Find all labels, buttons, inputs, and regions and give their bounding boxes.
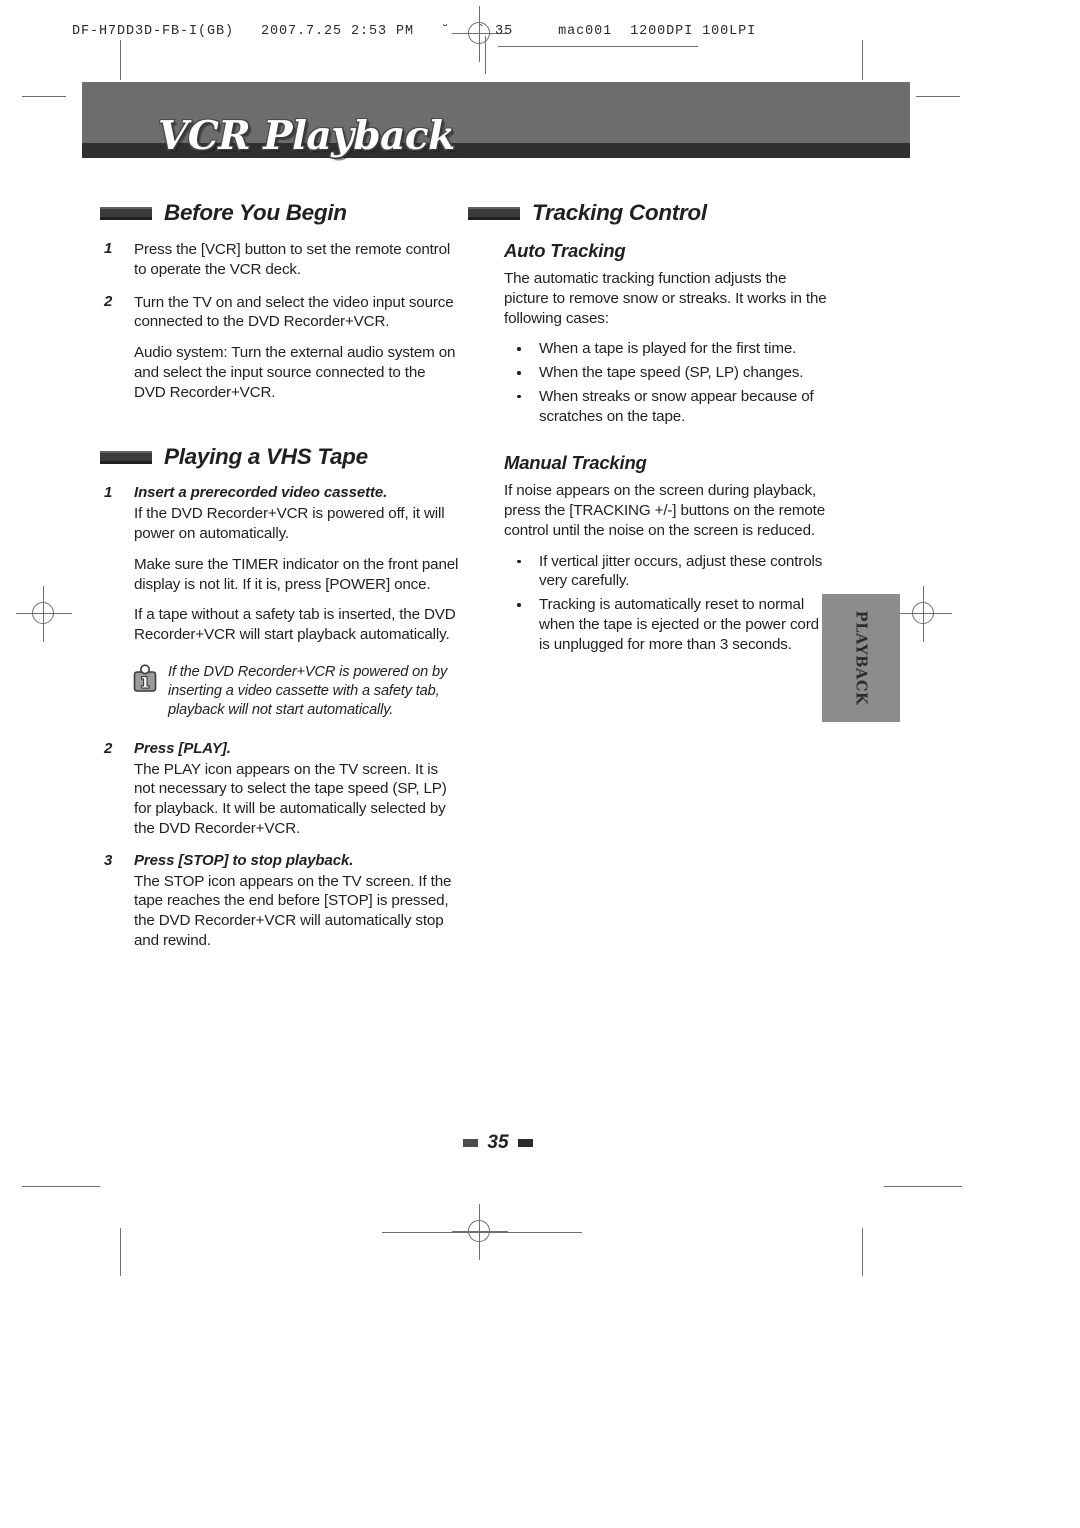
- manual-tracking-bullet-list: If vertical jitter occurs, adjust these …: [504, 552, 833, 655]
- step-paragraph: Audio system: Turn the external audio sy…: [134, 344, 456, 401]
- list-item-label: When a tape is played for the first time…: [539, 340, 797, 358]
- folio-square-left-icon: [463, 1139, 479, 1147]
- step-body: Press [PLAY]. The PLAY icon appears on t…: [134, 740, 460, 839]
- folio: 35: [463, 1132, 533, 1154]
- print-slug-line: DF-H7DD3D-FB-I(GB) 2007.7.25 2:53 PM ˘ `…: [72, 24, 757, 39]
- crop-mark-top-right-vertical: [862, 40, 864, 80]
- crop-mark-top-left-vertical: [120, 40, 122, 80]
- bullet-dot-icon: [517, 603, 521, 607]
- subsection-title-auto-tracking: Auto Tracking: [504, 240, 626, 261]
- step-item: 2 Turn the TV on and select the video in…: [100, 293, 460, 403]
- registration-mark-left: [16, 586, 72, 642]
- list-item: When a tape is played for the first time…: [504, 339, 833, 359]
- section-heading-tracking-control: Tracking Control: [468, 200, 833, 226]
- step-number: 3: [104, 851, 113, 869]
- list-item-label: Tracking is automatically reset to norma…: [539, 596, 819, 653]
- crop-mark-right-bottom-horizontal: [884, 1186, 962, 1188]
- step-body: Insert a prerecorded video cassette. If …: [134, 484, 460, 645]
- crop-mark-left-top-horizontal: [22, 96, 66, 98]
- bullet-dot-icon: [517, 559, 521, 563]
- note-text: If the DVD Recorder+VCR is powered on by…: [168, 663, 448, 718]
- step-paragraph: Make sure the TIMER indicator on the fro…: [134, 555, 459, 593]
- page-title: VCR Playback: [158, 113, 455, 159]
- crop-mark-slug-underline: [498, 46, 698, 48]
- section-bar-icon: [100, 206, 152, 220]
- list-item: If vertical jitter occurs, adjust these …: [504, 552, 833, 592]
- step-paragraph: If the DVD Recorder+VCR is powered off, …: [134, 505, 445, 542]
- step-body: Press the [VCR] button to set the remote…: [134, 240, 460, 280]
- list-item: When the tape speed (SP, LP) changes.: [504, 363, 833, 383]
- step-item: 3 Press [STOP] to stop playback. The STO…: [100, 852, 460, 951]
- folio-square-right-icon: [517, 1139, 533, 1147]
- list-item-label: When streaks or snow appear because of s…: [539, 387, 814, 425]
- step-body: Press [STOP] to stop playback. The STOP …: [134, 852, 460, 951]
- step-title: Press [PLAY].: [134, 739, 231, 757]
- section-bar-icon: [468, 206, 520, 220]
- step-number: 2: [104, 292, 113, 310]
- step-number: 1: [104, 240, 113, 257]
- crop-mark-left-bottom-horizontal: [22, 1186, 100, 1188]
- step-paragraph: The PLAY icon appears on the TV screen. …: [134, 760, 447, 837]
- section-title: Tracking Control: [532, 200, 707, 225]
- page-footer: 35: [0, 1132, 1080, 1154]
- registration-mark-right: [896, 586, 952, 642]
- step-item: 1 Insert a prerecorded video cassette. I…: [100, 484, 460, 645]
- note-box: If the DVD Recorder+VCR is powered on by…: [132, 663, 460, 720]
- left-column: Before You Begin 1 Press the [VCR] butto…: [100, 200, 460, 964]
- step-title: Insert a prerecorded video cassette.: [134, 484, 388, 502]
- crop-mark-bottom-left-vertical: [120, 1228, 122, 1276]
- page-number: 35: [487, 1132, 509, 1153]
- crop-mark-top-center-vertical: [485, 36, 487, 74]
- bullet-dot-icon: [517, 394, 521, 399]
- section-heading-before-you-begin: Before You Begin: [100, 200, 460, 226]
- chapter-side-tab: PLAYBACK: [822, 594, 900, 722]
- list-item-label: If vertical jitter occurs, adjust these …: [539, 552, 823, 590]
- step-paragraph: The STOP icon appears on the TV screen. …: [134, 872, 452, 949]
- section-heading-playing-a-vhs-tape: Playing a VHS Tape: [100, 444, 460, 470]
- document-page: DF-H7DD3D-FB-I(GB) 2007.7.25 2:53 PM ˘ `…: [0, 0, 1080, 1528]
- list-item-label: When the tape speed (SP, LP) changes.: [539, 364, 804, 381]
- bullet-dot-icon: [517, 371, 521, 375]
- step-number: 2: [104, 739, 113, 757]
- auto-tracking-bullet-list: When a tape is played for the first time…: [504, 339, 833, 426]
- crop-mark-bottom-center-horizontal: [382, 1232, 582, 1234]
- right-column: Tracking Control Auto Tracking The autom…: [468, 200, 833, 658]
- step-paragraph: Press the [VCR] button to set the remote…: [134, 241, 451, 278]
- info-icon: [132, 664, 159, 693]
- subsection-title-manual-tracking: Manual Tracking: [504, 452, 647, 474]
- auto-tracking-intro: The automatic tracking function adjusts …: [504, 270, 827, 327]
- manual-tracking-intro: If noise appears on the screen during pl…: [504, 482, 826, 539]
- step-paragraph: If a tape without a safety tab is insert…: [134, 606, 456, 643]
- list-item: Tracking is automatically reset to norma…: [504, 595, 833, 654]
- step-body: Turn the TV on and select the video inpu…: [134, 293, 460, 403]
- step-item: 1 Press the [VCR] button to set the remo…: [100, 240, 460, 280]
- step-item: 2 Press [PLAY]. The PLAY icon appears on…: [100, 740, 460, 839]
- chapter-side-tab-label: PLAYBACK: [852, 610, 870, 706]
- section-bar-icon: [100, 450, 152, 464]
- section-title: Playing a VHS Tape: [164, 444, 368, 470]
- crop-mark-bottom-right-vertical: [862, 1228, 864, 1276]
- step-paragraph: Turn the TV on and select the video inpu…: [134, 293, 454, 331]
- list-item: When streaks or snow appear because of s…: [504, 387, 833, 427]
- bullet-dot-icon: [517, 347, 521, 351]
- section-title: Before You Begin: [164, 200, 347, 225]
- crop-mark-right-top-horizontal: [916, 96, 960, 98]
- step-title: Press [STOP] to stop playback.: [134, 851, 354, 869]
- step-number: 1: [104, 484, 113, 502]
